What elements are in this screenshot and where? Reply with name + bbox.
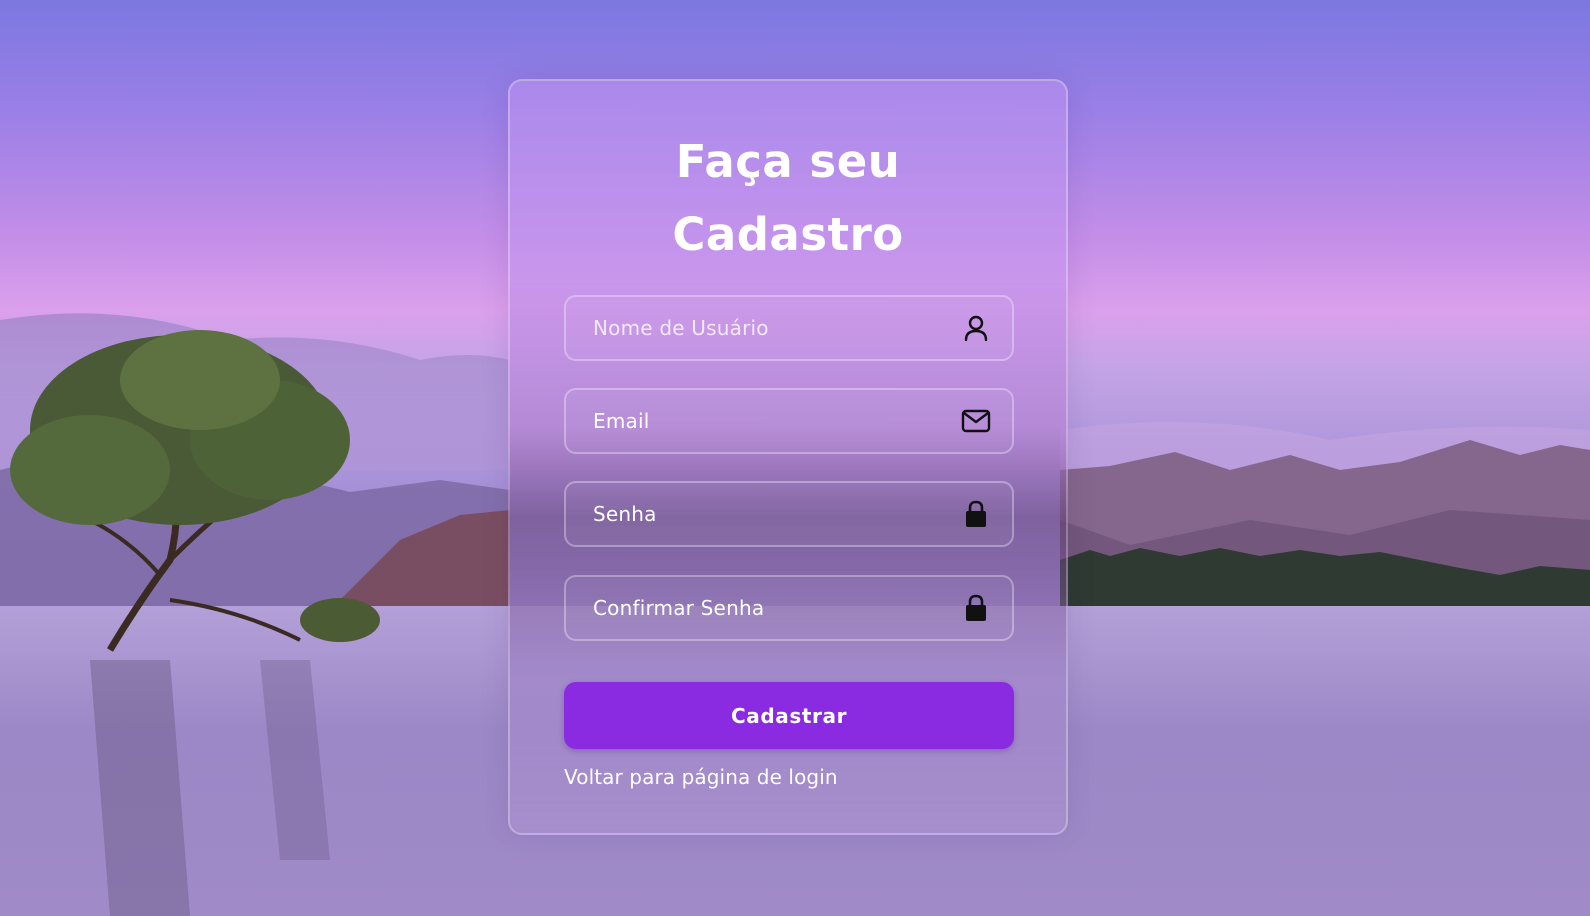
lock-icon [966, 594, 986, 621]
back-to-login-link[interactable]: Voltar para página de login [564, 765, 838, 789]
email-placeholder: Email [593, 409, 650, 433]
registration-page: Faça seu Cadastro Nome de Usuário Email … [0, 0, 1590, 916]
user-icon [964, 315, 988, 342]
confirm-password-placeholder: Confirmar Senha [593, 596, 765, 620]
register-button[interactable]: Cadastrar [564, 682, 1014, 749]
username-field[interactable]: Nome de Usuário [564, 295, 1014, 361]
confirm-password-field[interactable]: Confirmar Senha [564, 575, 1014, 641]
registration-card: Faça seu Cadastro Nome de Usuário Email … [508, 79, 1068, 835]
page-title: Faça seu Cadastro [510, 125, 1066, 271]
password-placeholder: Senha [593, 502, 657, 526]
username-placeholder: Nome de Usuário [593, 316, 769, 340]
title-line-2: Cadastro [672, 208, 904, 261]
lock-icon [966, 500, 986, 527]
title-line-1: Faça seu [675, 135, 901, 188]
password-field[interactable]: Senha [564, 481, 1014, 547]
email-field[interactable]: Email [564, 388, 1014, 454]
envelope-icon [961, 409, 991, 433]
